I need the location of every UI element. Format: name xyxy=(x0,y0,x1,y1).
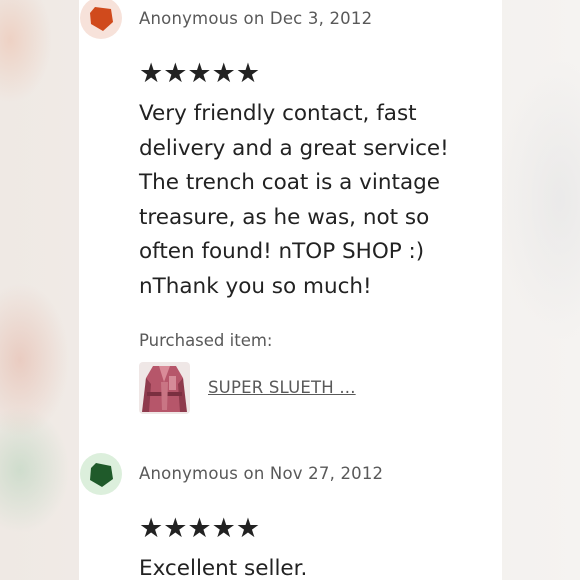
review-text: Excellent seller. xyxy=(139,556,308,580)
reviewer-avatar[interactable] xyxy=(80,453,122,495)
star-rating: ★★★★★ xyxy=(139,513,261,544)
review-meta: Anonymous on Dec 3, 2012 xyxy=(139,9,373,28)
star-rating: ★★★★★ xyxy=(139,58,261,89)
review-meta: Anonymous on Nov 27, 2012 xyxy=(139,464,384,483)
avatar-shape-icon xyxy=(90,7,113,31)
purchased-item-label: Purchased item: xyxy=(139,331,273,350)
avatar-shape-icon xyxy=(90,463,113,487)
review-text: Very friendly contact, fast delivery and… xyxy=(139,101,449,299)
purchased-item-link[interactable]: SUPER SLUETH ... xyxy=(208,378,356,397)
coat-thumbnail[interactable] xyxy=(139,362,190,414)
